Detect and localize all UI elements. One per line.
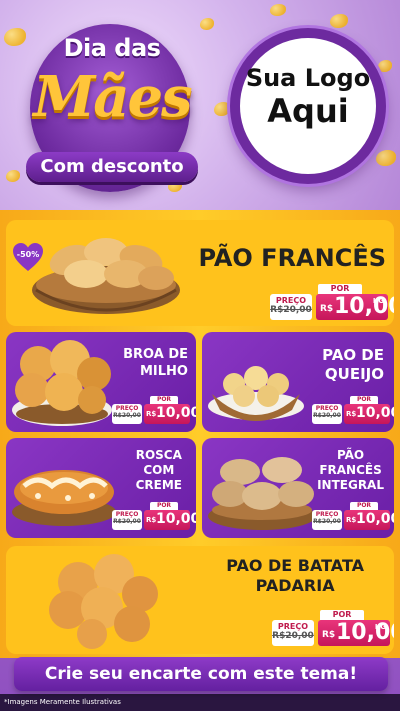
title-top-text: Dia das: [63, 34, 161, 62]
old-price: PREÇO R$20,00: [112, 404, 142, 424]
product-card-pao-de-batata: PAO DE BATATA PADARIA POR R$ 10,00 KG PR…: [6, 546, 394, 654]
old-price-label: PREÇO: [115, 405, 139, 412]
product-name-line: PADARIA: [255, 576, 335, 595]
product-name: PÃO FRANCÊS INTEGRAL: [317, 448, 384, 493]
product-name-line: BROA DE: [123, 347, 188, 362]
product-name: BROA DE MILHO: [123, 346, 188, 380]
currency-label: R$: [346, 410, 357, 418]
old-price: PREÇO R$20,00: [312, 510, 342, 530]
por-label: POR: [350, 502, 378, 510]
currency-label: R$: [146, 516, 157, 524]
por-label: POR: [350, 396, 378, 404]
logo-line1: Sua Logo: [245, 64, 371, 92]
old-price-value: R$20,00: [272, 631, 314, 641]
logo-placeholder: Sua Logo Aqui: [230, 28, 386, 184]
title-main-text: Mães: [33, 64, 192, 130]
mothers-day-title: Dia das Mães Com desconto: [12, 24, 212, 194]
old-price-value: R$20,00: [113, 518, 141, 525]
price-tag: POR R$ 10,00 PREÇO R$20,00: [312, 502, 394, 532]
por-label: POR: [318, 284, 362, 294]
product-name-line: COM: [143, 463, 175, 477]
old-price-label: PREÇO: [277, 622, 309, 631]
price-value: 10,00: [334, 294, 394, 319]
price-tag: POR R$ 10,00 PREÇO R$20,00: [112, 502, 196, 532]
price-value: 10,00: [356, 405, 394, 421]
petal-decoration: [330, 14, 348, 28]
currency-label: R$: [346, 516, 357, 524]
old-price-value: R$20,00: [113, 412, 141, 419]
price-box: R$ 10,00: [144, 404, 196, 424]
currency-label: R$: [146, 410, 157, 418]
old-price: PREÇO R$20,00: [112, 510, 142, 530]
product-card-pao-frances-integral: PÃO FRANCÊS INTEGRAL POR R$ 10,00 PREÇO …: [202, 438, 394, 538]
product-name-line: QUEIJO: [324, 365, 384, 383]
price-tag: POR R$ 10,00 PREÇO R$20,00: [112, 396, 196, 426]
product-card-pao-frances: -50% PÃO FRANCÊS POR R$ 10,00 KG PREÇO R…: [6, 220, 394, 326]
old-price-label: PREÇO: [275, 296, 307, 305]
old-price-value: R$20,00: [313, 518, 341, 525]
products-panel: -50% PÃO FRANCÊS POR R$ 10,00 KG PREÇO R…: [0, 210, 400, 658]
unit-label: KG: [374, 623, 386, 631]
header-banner: Dia das Mães Com desconto Sua Logo Aqui: [0, 0, 400, 212]
bread-basket-image: [32, 238, 180, 314]
petal-decoration: [214, 102, 230, 116]
product-name-line: PÃO: [336, 448, 365, 462]
product-name-line: PAO DE BATATA: [226, 556, 364, 575]
rosca-image: [12, 470, 116, 526]
old-price-label: PREÇO: [315, 405, 339, 412]
product-name: PAO DE QUEIJO: [322, 346, 384, 384]
price-value: 10,00: [156, 405, 196, 421]
currency-label: R$: [320, 304, 334, 314]
price-box: R$ 10,00 KG: [318, 620, 394, 646]
pao-de-queijo-image: [208, 366, 304, 421]
price-value: 10,00: [156, 511, 196, 527]
product-name-line: MILHO: [140, 364, 188, 379]
por-label: POR: [320, 610, 364, 620]
product-name: ROSCA COM CREME: [136, 448, 182, 493]
price-box: R$ 10,00: [144, 510, 196, 530]
product-name-line: INTEGRAL: [317, 478, 384, 492]
product-card-rosca-com-creme: ROSCA COM CREME POR R$ 10,00 PREÇO R$20,…: [6, 438, 196, 538]
old-price: PREÇO R$20,00: [312, 404, 342, 424]
unit-label: KG: [372, 297, 384, 305]
cta-button[interactable]: Crie seu encarte com este tema!: [14, 657, 388, 691]
petal-decoration: [378, 60, 392, 72]
petal-decoration: [376, 150, 396, 166]
old-price: PREÇO R$20,00: [270, 294, 312, 320]
old-price-label: PREÇO: [315, 511, 339, 518]
logo-line2: Aqui: [267, 92, 349, 130]
broa-image: [12, 340, 112, 426]
por-label: POR: [150, 502, 178, 510]
pao-integral-image: [208, 457, 316, 530]
old-price-value: R$20,00: [313, 412, 341, 419]
product-name: PAO DE BATATA PADARIA: [226, 556, 364, 596]
pao-de-batata-image: [49, 554, 158, 649]
price-box: R$ 10,00: [344, 404, 394, 424]
price-tag: POR R$ 10,00 PREÇO R$20,00: [312, 396, 394, 426]
price-value: 10,00: [356, 511, 394, 527]
product-card-pao-de-queijo: PAO DE QUEIJO POR R$ 10,00 PREÇO R$20,00: [202, 332, 394, 432]
currency-label: R$: [322, 630, 336, 640]
por-label: POR: [150, 396, 178, 404]
product-name-line: PAO DE: [322, 346, 384, 364]
disclaimer-text: *Imagens Meramente Ilustrativas: [4, 698, 121, 706]
price-box: R$ 10,00: [344, 510, 394, 530]
old-price-value: R$20,00: [270, 305, 312, 315]
product-name-line: CREME: [135, 478, 182, 492]
petal-decoration: [270, 4, 286, 16]
product-name: PÃO FRANCÊS: [198, 244, 386, 272]
price-tag: POR R$ 10,00 KG PREÇO R$20,00: [270, 284, 394, 322]
title-bottom-text: Com desconto: [26, 152, 198, 182]
product-name-line: FRANCÊS: [319, 463, 382, 477]
product-card-broa-de-milho: BROA DE MILHO POR R$ 10,00 PREÇO R$20,00: [6, 332, 196, 432]
product-name-line: ROSCA: [135, 448, 182, 462]
old-price: PREÇO R$20,00: [272, 620, 314, 646]
price-tag: POR R$ 10,00 KG PREÇO R$20,00: [272, 610, 394, 648]
old-price-label: PREÇO: [115, 511, 139, 518]
price-box: R$ 10,00 KG: [316, 294, 394, 320]
